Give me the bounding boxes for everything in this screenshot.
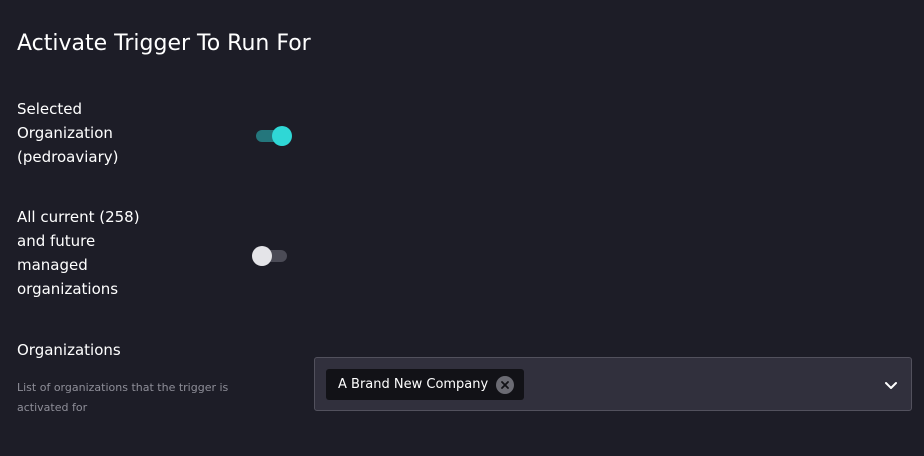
chevron-down-icon[interactable] [883,377,899,393]
selected-organization-toggle[interactable] [255,125,293,147]
close-circle-icon[interactable] [496,375,515,394]
all-organizations-toggle[interactable] [252,245,290,267]
organizations-description: List of organizations that the trigger i… [17,381,229,414]
page-title: Activate Trigger To Run For [17,31,311,56]
label-line: managed [17,256,88,274]
label-line: All current (258) [17,208,140,226]
label-line: Selected [17,100,83,118]
trigger-activation-panel: Activate Trigger To Run For Selected Org… [0,0,924,456]
label-line: Organization [17,124,113,142]
label-line: and future [17,232,96,250]
chip-label: A Brand New Company [338,377,489,392]
toggle-knob [272,126,292,146]
all-organizations-label: All current (258) and future managed org… [17,205,157,301]
organizations-label: Organizations [17,341,121,359]
label-line: (pedroaviary) [17,148,119,166]
toggle-knob [252,246,272,266]
selected-organization-chip: A Brand New Company [326,369,525,400]
organizations-select[interactable]: A Brand New Company [314,357,912,411]
selected-organization-label: Selected Organization (pedroaviary) [17,97,157,169]
label-line: organizations [17,280,119,298]
